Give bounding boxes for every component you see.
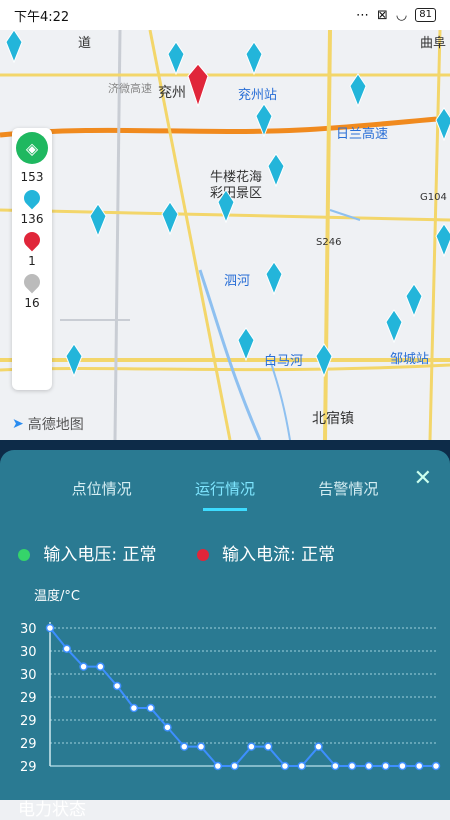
tab-alarm-status[interactable]: 告警情况	[318, 478, 378, 499]
status-icons: ⋯ ⊠ ◡ 81	[356, 8, 436, 23]
battery-icon: 81	[415, 8, 436, 22]
chart-ytick-label: 30	[20, 668, 37, 683]
chart-ytick-label: 29	[20, 737, 37, 752]
chart-ylabel: 温度/°C	[34, 588, 80, 604]
chart-point[interactable]	[45, 623, 55, 633]
temperature-chart: 温度/°C 30 30 30 29 29 29 29	[0, 578, 450, 778]
status-time: 下午4:22	[14, 9, 70, 25]
chart-point[interactable]	[112, 681, 122, 691]
chart-point[interactable]	[331, 761, 340, 771]
dots-icon: ⋯	[356, 7, 370, 23]
chart-point[interactable]	[347, 761, 357, 771]
tab-site-status[interactable]: 点位情况	[72, 478, 132, 499]
chart-point[interactable]	[79, 662, 88, 671]
chart-point[interactable]	[314, 742, 323, 751]
chart-point[interactable]	[180, 742, 189, 751]
online-pin-icon[interactable]	[20, 186, 44, 210]
tab-operation-status[interactable]: 运行情况	[195, 478, 255, 511]
chart-point[interactable]	[146, 703, 155, 713]
chart-point[interactable]	[263, 742, 273, 751]
layer-panel: ◈ 153 136 1 16	[12, 128, 52, 390]
map-pins	[5, 30, 450, 378]
count-red: 136	[20, 212, 44, 226]
chart-point[interactable]	[196, 742, 206, 751]
chart-point[interactable]	[96, 662, 105, 671]
chart-point[interactable]	[230, 761, 239, 771]
power-status-row: 输入电压: 正常 输入电流: 正常	[18, 540, 432, 565]
layers-icon[interactable]: ◈	[16, 132, 48, 164]
voltage-status: 输入电压: 正常	[18, 540, 157, 565]
sheet-panel: ✕ 点位情况 运行情况 告警情况 输入电压: 正常 输入电流: 正常 温度/°C…	[0, 450, 450, 820]
chart-point[interactable]	[62, 644, 72, 653]
alarm-pin-icon[interactable]	[20, 228, 44, 252]
chart-point[interactable]	[431, 761, 441, 771]
chart-ytick-label: 29	[20, 760, 37, 775]
amap-logo: ➤ 高德地图	[12, 416, 84, 433]
chart-point[interactable]	[213, 761, 223, 771]
red-dot-icon	[196, 549, 209, 561]
temperature-chart-svg: 温度/°C 30 30 30 29 29 29 29	[20, 588, 441, 775]
count-total: 16	[24, 296, 40, 310]
chart-ytick-label: 29	[20, 691, 37, 706]
offline-pin-icon[interactable]	[20, 270, 44, 294]
chart-ytick-label: 29	[20, 714, 37, 729]
chart-point[interactable]	[297, 761, 306, 771]
wifi-icon: ◡	[395, 7, 408, 23]
chart-point[interactable]	[129, 703, 139, 713]
chart-point[interactable]	[398, 761, 407, 771]
green-dot-icon	[18, 549, 30, 561]
chart-point[interactable]	[163, 723, 172, 732]
count-green: 153	[20, 170, 44, 184]
count-gray: 1	[28, 254, 36, 268]
chart-ytick-label: 30	[20, 622, 37, 637]
chart-point[interactable]	[247, 742, 256, 751]
sim-icon: ⊠	[377, 7, 388, 23]
chart-point[interactable]	[280, 761, 290, 771]
current-status: 输入电流: 正常	[196, 540, 335, 565]
chart-point[interactable]	[364, 761, 374, 771]
chart-point[interactable]	[381, 761, 390, 771]
map-view[interactable]: 曲阜 兖州 兖州站 日兰高速 牛楼花海 彩田景区 G104 S246 泗河 白马…	[0, 30, 450, 440]
chart-ytick-label: 30	[20, 645, 37, 660]
navigation-arrow-icon: ➤	[12, 416, 24, 432]
tab-bar: 点位情况 运行情况 告警情况	[0, 478, 450, 511]
status-bar: 下午4:22 ⋯ ⊠ ◡ 81	[0, 0, 450, 30]
partial-section-title: 电力状态	[18, 800, 86, 820]
chart-point[interactable]	[414, 761, 424, 771]
bottom-sheet: ✕ 点位情况 运行情况 告警情况 输入电压: 正常 输入电流: 正常 温度/°C…	[0, 440, 450, 820]
